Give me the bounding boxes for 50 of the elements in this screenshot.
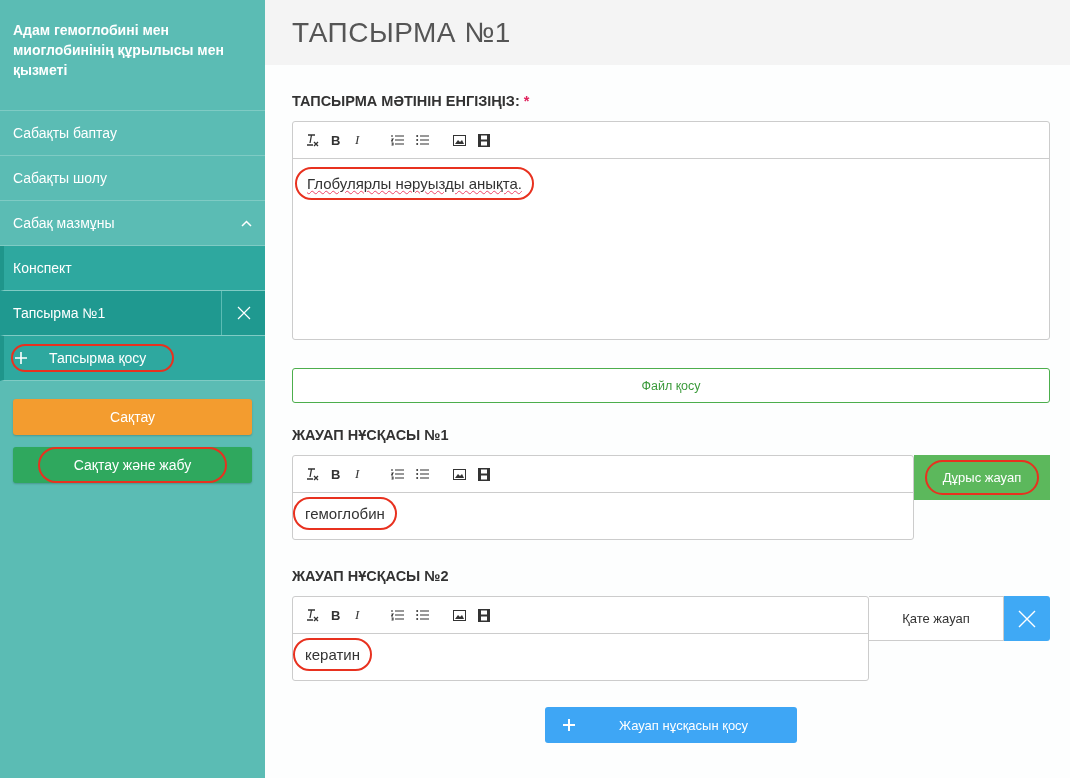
close-icon xyxy=(236,306,251,320)
page-title: ТАПСЫРМА №1 xyxy=(292,16,511,49)
answer-label: ЖАУАП НҰСҚАСЫ №1 xyxy=(292,427,450,443)
task-text: Глобулярлы нәруызды анықта. xyxy=(297,169,532,198)
sidebar-item-label: Сабақты шолу xyxy=(13,170,107,186)
close-icon xyxy=(1018,609,1036,628)
add-task-item[interactable]: Тапсырма қосу xyxy=(13,346,173,370)
plus-icon xyxy=(15,352,27,364)
clear-format-icon[interactable] xyxy=(307,608,319,622)
bold-button[interactable]: B xyxy=(331,466,343,482)
sidebar-subitem-label: Конспект xyxy=(13,260,73,276)
correct-answer-button[interactable]: Дұрыс жауап xyxy=(914,455,1050,500)
wrong-answer-button[interactable]: Қате жауап xyxy=(869,596,1004,641)
italic-button[interactable]: I xyxy=(355,466,367,482)
numbered-list-icon[interactable] xyxy=(391,609,404,621)
add-file-button[interactable]: Файл қосу xyxy=(292,368,1050,403)
answer-editor[interactable]: B I кератин xyxy=(292,596,869,681)
bullet-list-icon[interactable] xyxy=(416,134,429,146)
image-icon[interactable] xyxy=(453,468,466,480)
answer-text: гемоглобин xyxy=(295,499,395,528)
sidebar-subitem-label: Тапсырма №1 xyxy=(13,305,107,321)
sidebar-subitem[interactable]: Конспект xyxy=(0,246,265,291)
clear-format-icon[interactable] xyxy=(307,133,319,147)
sidebar-item-label: Сабақты баптау xyxy=(13,125,117,141)
save-close-button[interactable]: Сақтау және жабу xyxy=(13,447,252,483)
answer-editor[interactable]: B I гемоглобин xyxy=(292,455,914,540)
answer-label: ЖАУАП НҰСҚАСЫ №2 xyxy=(292,568,450,584)
task-editor[interactable]: B I Глобулярлы нәруызды анықта. xyxy=(292,121,1050,340)
image-icon[interactable] xyxy=(453,134,466,146)
clear-format-icon[interactable] xyxy=(307,467,319,481)
answer-text: кератин xyxy=(295,640,370,669)
italic-button[interactable]: I xyxy=(355,607,367,623)
numbered-list-icon[interactable] xyxy=(391,468,404,480)
film-icon[interactable] xyxy=(478,467,490,481)
bold-button[interactable]: B xyxy=(331,607,343,623)
sidebar-subitem[interactable]: Тапсырма №1 xyxy=(0,291,265,336)
add-task-label: Тапсырма қосу xyxy=(49,350,147,366)
numbered-list-icon[interactable] xyxy=(391,134,404,146)
italic-button[interactable]: I xyxy=(355,132,367,148)
plus-icon xyxy=(563,719,575,731)
image-icon[interactable] xyxy=(453,609,466,621)
film-icon[interactable] xyxy=(478,608,490,622)
bold-button[interactable]: B xyxy=(331,132,343,148)
sidebar-item-label: Сабақ мазмұны xyxy=(13,215,115,231)
bullet-list-icon[interactable] xyxy=(416,609,429,621)
film-icon[interactable] xyxy=(478,133,490,147)
field-label: ТАПСЫРМА МӘТІНІН ЕНГІЗІҢІЗ: * xyxy=(292,93,531,109)
add-answer-button[interactable]: Жауап нұсқасын қосу xyxy=(545,707,797,743)
save-button[interactable]: Сақтау xyxy=(13,399,252,435)
bullet-list-icon[interactable] xyxy=(416,468,429,480)
